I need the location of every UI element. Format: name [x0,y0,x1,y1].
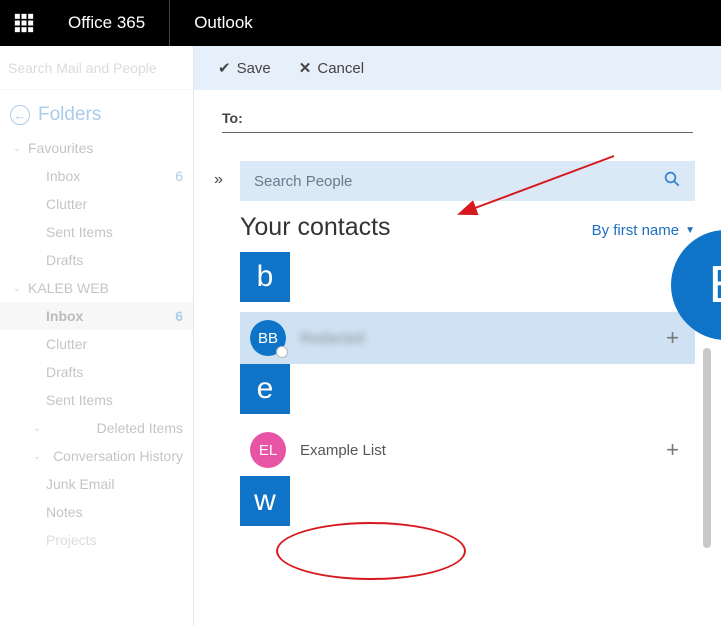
folder-item[interactable]: Clutter [0,330,193,358]
folders-label: Folders [38,104,101,126]
brand-outlook[interactable]: Outlook [170,0,273,46]
to-label: To: [222,110,243,126]
contacts-heading: Your contacts [240,213,391,242]
folder-item[interactable]: Projects [0,526,193,554]
scrollbar[interactable] [703,348,711,548]
add-contact-button[interactable]: + [666,437,685,463]
folder-item-inbox-selected[interactable]: Inbox6 [0,302,193,330]
save-button[interactable]: ✔ Save [218,59,271,77]
contact-name: Example List [300,442,652,459]
compose-area: To: [194,90,721,143]
folder-item[interactable]: Drafts [0,358,193,386]
chevron-right-icon: ⌄ [32,423,42,434]
contacts-list: b BB Redacted + e EL Exam [240,252,695,526]
letter-tile[interactable]: e [240,364,290,414]
contact-row[interactable]: BB Redacted + [240,312,695,364]
add-contact-button[interactable]: + [666,325,685,351]
main-area: ✔ Save ✕ Cancel To: » Search People [194,46,721,626]
app-launcher-icon[interactable] [0,0,48,46]
sidebar: Search Mail and People ← Folders ⌄Favour… [0,46,194,626]
cancel-button[interactable]: ✕ Cancel [299,59,364,77]
letter-tile[interactable]: b [240,252,290,302]
caret-down-icon: ▼ [685,225,695,236]
folder-group[interactable]: ⌄Favourites [0,134,193,162]
folder-item[interactable]: Junk Email [0,470,193,498]
avatar: EL [250,432,286,468]
sort-dropdown[interactable]: By first name ▼ [592,222,695,239]
top-bar: Office 365 Outlook [0,0,721,46]
letter-tile[interactable]: w [240,476,290,526]
folder-item[interactable]: Sent Items [0,218,193,246]
search-icon [663,170,681,193]
search-people-input[interactable]: Search People [240,161,695,201]
search-people-placeholder: Search People [254,173,663,190]
folder-item[interactable]: Inbox6 [0,162,193,190]
expand-button[interactable]: » [194,143,240,189]
chevron-down-icon: ⌄ [12,143,22,154]
folder-item[interactable]: Clutter [0,190,193,218]
folder-item[interactable]: Notes [0,498,193,526]
back-icon: ← [10,105,30,125]
presence-icon [276,346,288,358]
brand-office365[interactable]: Office 365 [48,0,170,46]
close-icon: ✕ [299,59,312,77]
contact-name: Redacted [300,330,652,347]
people-picker-panel: Search People Your contacts By first nam… [240,143,721,536]
search-input[interactable]: Search Mail and People [0,46,193,90]
chevron-down-icon: ⌄ [12,283,22,294]
avatar: BB [250,320,286,356]
folders-header[interactable]: ← Folders [0,90,193,134]
folder-item[interactable]: Drafts [0,246,193,274]
folder-item[interactable]: ⌄Conversation History [0,442,193,470]
contact-row[interactable]: EL Example List + [240,424,695,476]
folder-item[interactable]: Sent Items [0,386,193,414]
to-field[interactable]: To: [222,110,693,133]
folder-group[interactable]: ⌄KALEB WEB [0,274,193,302]
folder-item[interactable]: ⌄Deleted Items [0,414,193,442]
chevron-double-right-icon: » [214,171,220,189]
chevron-right-icon: ⌄ [32,451,42,462]
check-icon: ✔ [218,59,231,77]
action-bar: ✔ Save ✕ Cancel [194,46,721,90]
folder-tree: ⌄Favourites Inbox6 Clutter Sent Items Dr… [0,134,193,554]
